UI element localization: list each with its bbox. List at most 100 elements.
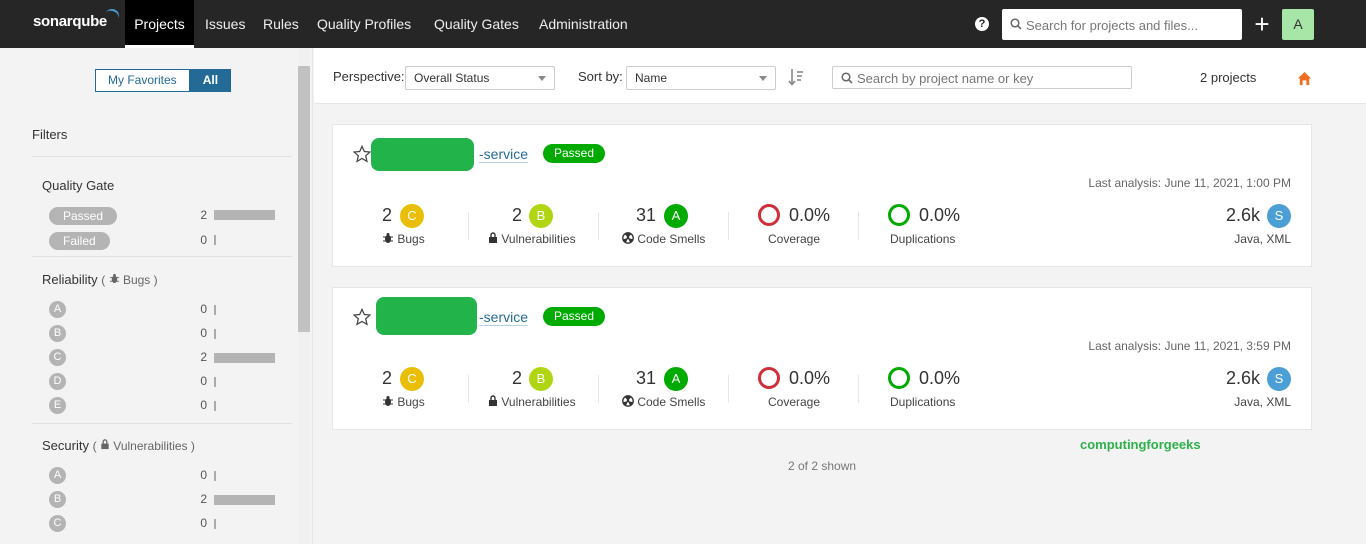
bugs-label: Bugs	[382, 232, 425, 246]
bug-icon	[383, 396, 393, 406]
size-value[interactable]: 2.6k	[1226, 205, 1260, 226]
metric-divider	[598, 212, 599, 240]
bugs-rating[interactable]: C	[400, 367, 424, 391]
nav-projects[interactable]: Projects	[125, 0, 194, 48]
perspective-select[interactable]: Overall Status	[405, 66, 555, 90]
security-facet-title[interactable]: Security ( Vulnerabilities )	[42, 438, 195, 453]
nav-quality-profiles[interactable]: Quality Profiles	[317, 0, 411, 48]
code-smells-rating[interactable]: A	[664, 204, 688, 228]
reliability-rating-c[interactable]: C	[49, 349, 66, 366]
facet-bar	[214, 495, 275, 505]
global-search[interactable]	[1002, 9, 1242, 40]
sort-select[interactable]: Name	[626, 66, 776, 90]
facet-bar	[214, 471, 216, 481]
toggle-my-favorites[interactable]: My Favorites	[95, 69, 190, 92]
metric-divider	[598, 375, 599, 403]
perspective-label: Perspective:	[333, 69, 405, 84]
facet-item-failed[interactable]: Failed	[49, 232, 110, 250]
project-search[interactable]	[832, 66, 1132, 89]
reliability-rating-b[interactable]: B	[49, 325, 66, 342]
sort-order-icon[interactable]	[788, 68, 804, 86]
divider	[32, 256, 292, 257]
nav-rules[interactable]: Rules	[263, 0, 299, 48]
duplications-value[interactable]: 0.0%	[919, 205, 960, 226]
nav-issues[interactable]: Issues	[205, 0, 245, 48]
metric-divider	[858, 375, 859, 403]
projects-main: Perspective: Overall Status Sort by: Nam…	[314, 48, 1366, 544]
facet-count: 2	[200, 208, 207, 222]
coverage-value[interactable]: 0.0%	[789, 368, 830, 389]
sonarqube-logo[interactable]: sonarqube	[33, 6, 122, 30]
create-plus-icon[interactable]: +	[1252, 9, 1272, 39]
code-smells-label: Code Smells	[622, 395, 705, 409]
vulnerabilities-sub: Vulnerabilities	[113, 439, 188, 453]
reliability-rating-a[interactable]: A	[49, 301, 66, 318]
reliability-rating-e[interactable]: E	[49, 397, 66, 414]
global-search-input[interactable]	[1026, 15, 1236, 35]
facet-count: 0	[200, 468, 207, 482]
security-rating-c[interactable]: C	[49, 515, 66, 532]
nav-quality-gates[interactable]: Quality Gates	[434, 0, 519, 48]
toggle-all[interactable]: All	[189, 69, 232, 92]
last-analysis: Last analysis: June 11, 2021, 3:59 PM	[1088, 339, 1291, 353]
nav-administration[interactable]: Administration	[539, 0, 628, 48]
favorite-star-icon[interactable]	[352, 307, 372, 326]
reliability-facet-title[interactable]: Reliability ( Bugs )	[42, 272, 158, 287]
bugs-rating[interactable]: C	[400, 204, 424, 228]
vulnerabilities-text: Vulnerabilities	[501, 232, 576, 246]
last-analysis: Last analysis: June 11, 2021, 1:00 PM	[1088, 176, 1291, 190]
filters-title: Filters	[32, 127, 68, 142]
facet-bar	[214, 235, 216, 245]
coverage-label: Coverage	[768, 232, 821, 246]
code-smell-icon	[622, 232, 634, 244]
code-smells-value[interactable]: 31	[636, 368, 656, 389]
watermark-text: computingforgeeks	[1080, 437, 1201, 452]
coverage-value[interactable]: 0.0%	[789, 205, 830, 226]
search-icon	[1010, 18, 1022, 30]
favorite-star[interactable]	[352, 144, 372, 166]
vulnerabilities-rating[interactable]: B	[529, 204, 553, 228]
facet-count: 0	[200, 326, 207, 340]
duplications-value[interactable]: 0.0%	[919, 368, 960, 389]
user-avatar[interactable]: A	[1282, 9, 1314, 40]
project-search-input[interactable]	[857, 69, 1127, 87]
vulnerabilities-value[interactable]: 2	[512, 368, 522, 389]
bugs-text: Bugs	[397, 395, 425, 409]
code-smells-rating[interactable]: A	[664, 367, 688, 391]
favorite-star[interactable]	[352, 307, 372, 329]
bugs-sub: Bugs	[122, 273, 151, 287]
vulnerabilities-rating[interactable]: B	[529, 367, 553, 391]
divider	[32, 423, 292, 424]
quality-gate-badge: Passed	[543, 144, 606, 163]
duplications-ring-icon	[888, 367, 910, 389]
security-rating-a[interactable]: A	[49, 467, 66, 484]
projects-toolbar: Perspective: Overall Status Sort by: Nam…	[314, 48, 1366, 104]
vulnerabilities-value[interactable]: 2	[512, 205, 522, 226]
facet-bar	[214, 519, 216, 529]
project-name-link[interactable]: -service	[479, 146, 529, 163]
help-icon[interactable]: ?	[975, 17, 989, 31]
scrollbar-thumb[interactable]	[298, 66, 310, 332]
favorite-star-icon[interactable]	[352, 144, 372, 163]
metric-divider	[858, 212, 859, 240]
metric-divider	[468, 375, 469, 403]
duplications-label: Duplications	[890, 232, 956, 246]
bugs-value[interactable]: 2	[382, 368, 392, 389]
security-rating-b[interactable]: B	[49, 491, 66, 508]
redacted-project-name	[376, 297, 477, 335]
home-icon[interactable]	[1297, 71, 1312, 86]
project-card: -service Passed Last analysis: June 11, 20…	[332, 287, 1312, 430]
facet-item-passed[interactable]: Passed	[49, 207, 118, 225]
project-name-link[interactable]: -service	[479, 309, 529, 326]
facet-bar	[214, 353, 275, 363]
lock-icon	[489, 395, 497, 406]
facet-count: 2	[200, 492, 207, 506]
bug-icon	[109, 273, 119, 284]
quality-gate-facet-title[interactable]: Quality Gate	[42, 178, 114, 193]
sidebar-scrollbar[interactable]	[298, 48, 310, 544]
code-smells-value[interactable]: 31	[636, 205, 656, 226]
bugs-value[interactable]: 2	[382, 205, 392, 226]
size-value[interactable]: 2.6k	[1226, 368, 1260, 389]
reliability-rating-d[interactable]: D	[49, 373, 66, 390]
metric-divider	[728, 375, 729, 403]
